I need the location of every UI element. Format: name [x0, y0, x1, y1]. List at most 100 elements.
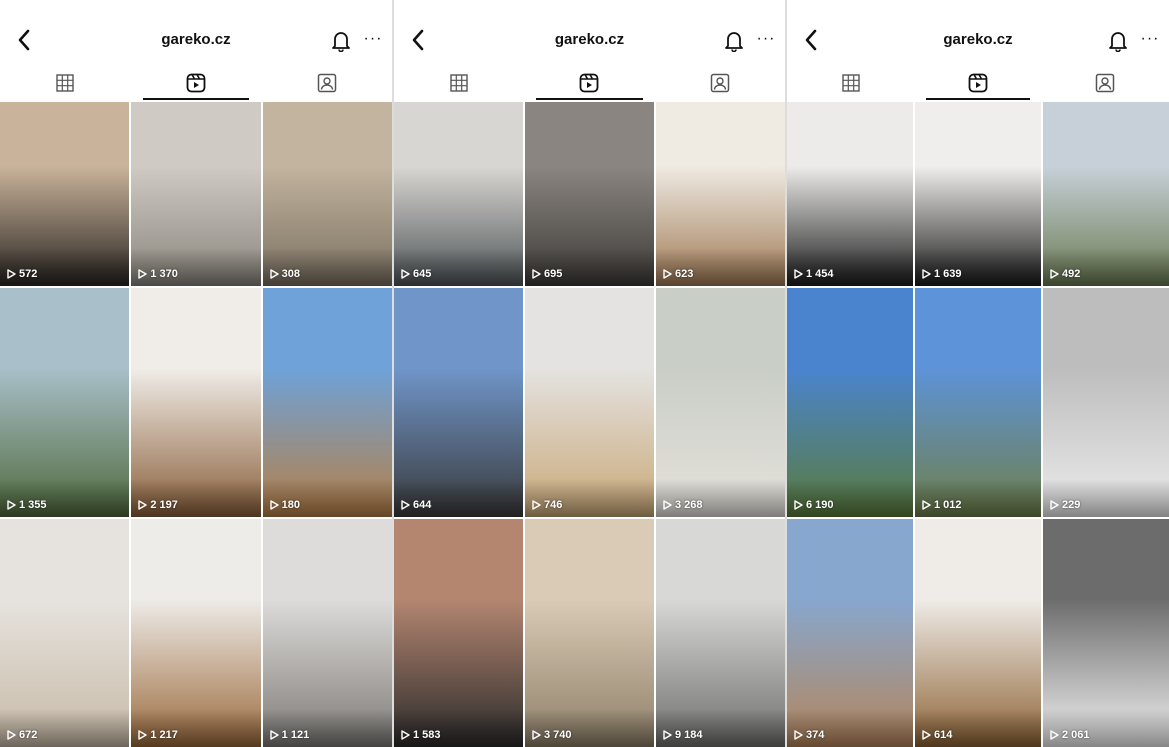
play-icon: [532, 269, 541, 279]
reel-thumbnail[interactable]: 229: [1043, 288, 1169, 517]
reel-view-count: 2 197: [138, 499, 178, 511]
reel-thumbnail[interactable]: 572: [0, 102, 130, 286]
reel-thumbnail[interactable]: 672: [0, 519, 130, 747]
reel-thumbnail[interactable]: 3 740: [525, 519, 654, 747]
play-icon: [922, 500, 931, 510]
reel-thumbnail[interactable]: 746: [525, 288, 654, 517]
reel-view-count: 180: [269, 499, 300, 511]
reels-grid: 645 695 623 644 746 3 268 1 583 3 740 9 …: [394, 102, 785, 747]
reel-thumbnail[interactable]: 1 454: [787, 102, 913, 286]
reel-thumbnail[interactable]: 695: [525, 102, 654, 286]
profile-tabs: [394, 66, 785, 100]
profile-panel-1: gareko.cz ··· 572 1 370 308 1 355 2 197 …: [0, 0, 392, 747]
reel-view-count: 229: [1050, 499, 1080, 511]
play-icon: [138, 500, 148, 510]
reel-thumbnail[interactable]: 1 583: [394, 519, 523, 747]
play-icon: [1050, 500, 1059, 510]
profile-header: gareko.cz ···: [394, 0, 785, 102]
grid-icon: [841, 74, 860, 92]
reel-thumbnail[interactable]: 614: [915, 519, 1041, 747]
reel-view-count: 492: [1050, 268, 1080, 280]
reel-thumbnail[interactable]: 623: [656, 102, 785, 286]
reel-view-count: 1 639: [922, 268, 962, 280]
play-icon: [663, 730, 672, 740]
reel-view-count: 623: [663, 268, 693, 280]
tab-reels[interactable]: [914, 66, 1041, 100]
tab-tagged[interactable]: [261, 66, 392, 100]
more-options-button[interactable]: ···: [1139, 30, 1161, 50]
reel-thumbnail[interactable]: 1 012: [915, 288, 1041, 517]
reel-view-count: 6 190: [794, 499, 834, 511]
reel-thumbnail[interactable]: 1 355: [0, 288, 130, 517]
reel-thumbnail[interactable]: 9 184: [656, 519, 785, 747]
play-icon: [7, 730, 16, 740]
reel-view-count: 614: [922, 729, 952, 741]
tagged-icon: [710, 73, 730, 93]
reel-thumbnail[interactable]: 492: [1043, 102, 1169, 286]
reel-thumbnail[interactable]: 2 061: [1043, 519, 1169, 747]
reel-view-count: 3 268: [663, 499, 703, 511]
play-icon: [7, 269, 16, 279]
profile-header: gareko.cz ···: [787, 0, 1169, 102]
reels-icon: [580, 73, 599, 93]
notifications-button[interactable]: [1105, 27, 1131, 55]
reel-thumbnail[interactable]: 1 121: [262, 519, 392, 747]
play-icon: [922, 730, 931, 740]
reel-thumbnail[interactable]: 644: [394, 288, 523, 517]
reel-thumbnail[interactable]: 1 639: [915, 102, 1041, 286]
tab-grid[interactable]: [0, 66, 131, 100]
reels-icon: [186, 73, 206, 93]
reels-grid: 572 1 370 308 1 355 2 197 180 672 1 217 …: [0, 102, 392, 747]
bell-icon: [725, 32, 743, 52]
reel-thumbnail[interactable]: 1 370: [131, 102, 261, 286]
reel-view-count: 672: [7, 729, 37, 741]
tab-tagged[interactable]: [655, 66, 785, 100]
play-icon: [532, 730, 541, 740]
grid-icon: [450, 74, 468, 92]
notifications-button[interactable]: [721, 27, 747, 55]
reel-thumbnail[interactable]: 1 217: [131, 519, 261, 747]
play-icon: [1050, 730, 1059, 740]
reel-view-count: 1 355: [7, 499, 47, 511]
grid-icon: [56, 74, 75, 92]
more-options-button[interactable]: ···: [755, 30, 777, 50]
reel-thumbnail[interactable]: 3 268: [656, 288, 785, 517]
reel-view-count: 3 740: [532, 729, 572, 741]
reel-view-count: 1 454: [794, 268, 834, 280]
reel-thumbnail[interactable]: 2 197: [131, 288, 261, 517]
profile-header: gareko.cz ···: [0, 0, 392, 102]
reels-screens-row: gareko.cz ··· 572 1 370 308 1 355 2 197 …: [0, 0, 1169, 747]
reel-view-count: 1 370: [138, 268, 178, 280]
tab-reels[interactable]: [131, 66, 262, 100]
profile-panel-3: gareko.cz ··· 1 454 1 639 492 6 190 1 01…: [787, 0, 1169, 747]
reel-view-count: 308: [269, 268, 300, 280]
reel-view-count: 9 184: [663, 729, 703, 741]
play-icon: [401, 500, 410, 510]
bell-icon: [1109, 32, 1127, 52]
play-icon: [663, 269, 672, 279]
reel-thumbnail[interactable]: 374: [787, 519, 913, 747]
play-icon: [269, 269, 279, 279]
tab-reels[interactable]: [524, 66, 654, 100]
reel-view-count: 1 217: [138, 729, 178, 741]
tab-grid[interactable]: [394, 66, 524, 100]
reel-view-count: 645: [401, 268, 431, 280]
play-icon: [922, 269, 931, 279]
play-icon: [794, 269, 803, 279]
tagged-icon: [1096, 73, 1115, 93]
notifications-button[interactable]: [328, 27, 354, 55]
reel-view-count: 746: [532, 499, 562, 511]
tab-grid[interactable]: [787, 66, 914, 100]
reel-thumbnail[interactable]: 308: [262, 102, 392, 286]
tab-tagged[interactable]: [1042, 66, 1169, 100]
play-icon: [794, 500, 803, 510]
more-options-button[interactable]: ···: [362, 30, 384, 50]
reels-grid: 1 454 1 639 492 6 190 1 012 229 374 614 …: [787, 102, 1169, 747]
reel-view-count: 374: [794, 729, 824, 741]
reel-thumbnail[interactable]: 645: [394, 102, 523, 286]
reel-thumbnail[interactable]: 6 190: [787, 288, 913, 517]
play-icon: [269, 730, 279, 740]
reel-view-count: 695: [532, 268, 562, 280]
reel-thumbnail[interactable]: 180: [262, 288, 392, 517]
play-icon: [532, 500, 541, 510]
